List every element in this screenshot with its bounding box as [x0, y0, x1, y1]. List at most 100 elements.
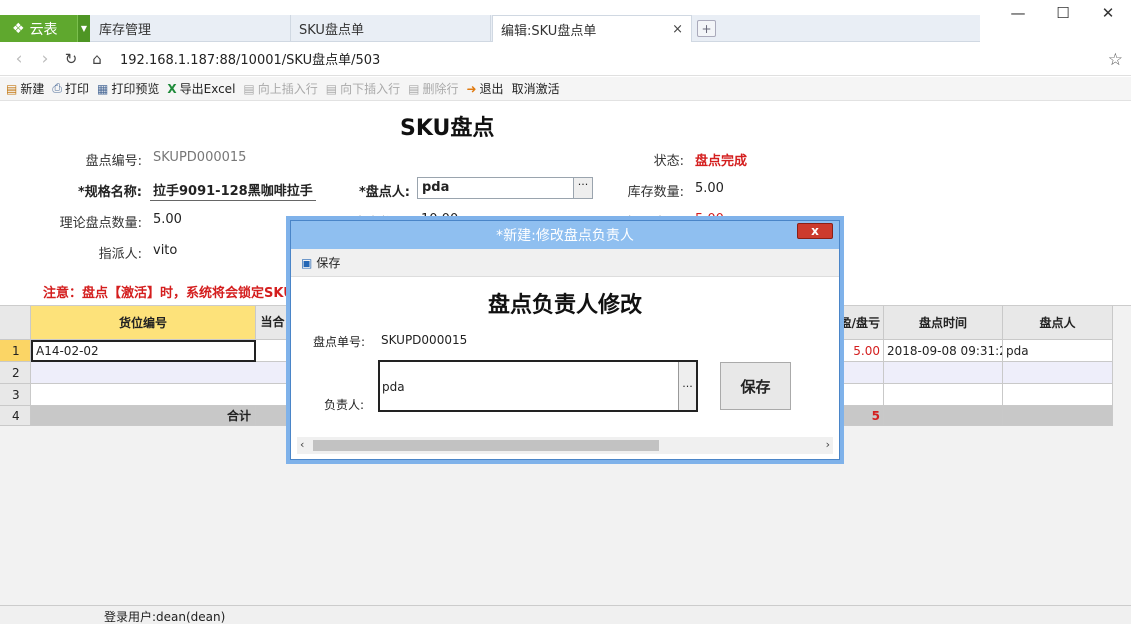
maximize-icon[interactable]: ☐: [1053, 4, 1073, 22]
total-person: [1003, 406, 1113, 426]
counter-field[interactable]: pda: [417, 177, 575, 199]
dialog-horizontal-scrollbar[interactable]: ‹ ›: [297, 437, 833, 454]
status-value: 盘点完成: [695, 154, 748, 169]
new-tab-button[interactable]: +: [697, 20, 716, 37]
bookmark-star-icon[interactable]: ☆: [1108, 50, 1123, 70]
cell-current[interactable]: [256, 340, 290, 362]
export-excel-button[interactable]: X 导出Excel: [167, 80, 235, 97]
owner-field[interactable]: pda: [378, 360, 698, 412]
export-excel-label: 导出Excel: [179, 82, 236, 96]
dialog-toolbar-save[interactable]: 保存: [316, 254, 340, 271]
tab-label: 编辑:SKU盘点单: [501, 24, 597, 39]
exit-label: 退出: [479, 82, 504, 96]
delete-row-label: 删除行: [422, 82, 459, 96]
lock-notice: 注意：盘点【激活】时，系统将会锁定SKU: [43, 286, 294, 301]
insert-below-icon: ▤: [325, 81, 338, 96]
code-label: 盘点编号:: [85, 154, 142, 169]
cell-location[interactable]: [31, 384, 290, 406]
tab-edit-sku[interactable]: 编辑:SKU盘点单 ×: [492, 15, 692, 43]
tab-sku-list[interactable]: SKU盘点单: [291, 15, 491, 42]
new-button[interactable]: ▤ 新建: [6, 80, 44, 97]
scroll-left-icon[interactable]: ‹: [300, 438, 304, 451]
url-field[interactable]: 192.168.1.187:88/10001/SKU盘点单/503: [120, 49, 380, 68]
minimize-icon[interactable]: —: [1008, 4, 1028, 22]
owner-pick-button[interactable]: ···: [678, 362, 696, 410]
new-label: 新建: [20, 82, 45, 96]
cell-time[interactable]: [884, 362, 1003, 384]
app-logo-button[interactable]: ❖ 云表 ▼: [0, 15, 90, 42]
cell-time[interactable]: [884, 384, 1003, 406]
total-current: [256, 406, 290, 426]
status-bar: 登录用户:dean(dean): [0, 605, 1131, 624]
forward-icon[interactable]: ›: [32, 49, 58, 69]
scroll-thumb[interactable]: [313, 440, 659, 451]
row-number[interactable]: 4: [0, 406, 31, 426]
tab-close-icon[interactable]: ×: [672, 22, 683, 37]
insert-below-label: 向下插入行: [340, 82, 401, 96]
cell-time[interactable]: 2018-09-08 09:31:23: [884, 340, 1003, 362]
insert-above-icon: ▤: [243, 81, 255, 96]
total-time: [884, 406, 1003, 426]
spec-field[interactable]: 拉手9091-128黑咖啡拉手: [150, 180, 316, 201]
cell-location[interactable]: A14-02-02: [31, 340, 256, 362]
row-number[interactable]: 3: [0, 384, 31, 406]
owner-label: 负责人:: [324, 398, 365, 412]
print-label: 打印: [64, 82, 89, 96]
exit-button[interactable]: ➜ 退出: [466, 80, 503, 97]
dialog-close-button[interactable]: x: [797, 223, 833, 239]
total-label: 合计: [31, 406, 256, 426]
save-disk-icon: ▣: [301, 255, 313, 270]
dialog-toolbar: ▣ 保存: [291, 249, 839, 277]
logo-dropdown-icon[interactable]: ▼: [77, 15, 90, 42]
page-title: SKU盘点: [400, 116, 495, 141]
app-window: ❖ 云表 ▼ 库存管理 SKU盘点单 编辑:SKU盘点单 × + — ☐ ✕ ‹…: [0, 0, 1131, 624]
print-preview-label: 打印预览: [111, 82, 160, 96]
col-current[interactable]: 当合: [256, 306, 290, 340]
cloud-logo-icon: ❖: [12, 20, 25, 37]
cell-person[interactable]: pda: [1003, 340, 1113, 362]
cell-location[interactable]: [31, 362, 290, 384]
col-location[interactable]: 货位编号: [31, 306, 256, 340]
grid-corner: [0, 306, 31, 340]
cell-person[interactable]: [1003, 384, 1113, 406]
new-doc-icon: ▤: [6, 81, 18, 96]
back-icon[interactable]: ‹: [6, 49, 32, 69]
dialog-heading: 盘点负责人修改: [487, 293, 642, 318]
insert-below-button[interactable]: ▤ 向下插入行: [326, 80, 400, 97]
logo-label: 云表: [29, 21, 58, 38]
row-number[interactable]: 1: [0, 340, 31, 362]
dialog-title-bar[interactable]: *新建:修改盘点负责人 x: [291, 221, 839, 249]
home-icon[interactable]: ⌂: [84, 50, 110, 68]
close-window-icon[interactable]: ✕: [1098, 4, 1118, 22]
tab-label: 库存管理: [99, 23, 152, 38]
deactivate-label: 取消激活: [511, 82, 560, 96]
stock-value: 5.00: [695, 181, 724, 196]
tab-label: SKU盘点单: [299, 23, 364, 38]
insert-above-button[interactable]: ▤ 向上插入行: [243, 80, 317, 97]
scroll-right-icon[interactable]: ›: [826, 438, 830, 451]
assignee-label: 指派人:: [98, 247, 142, 262]
save-button[interactable]: 保存: [720, 362, 791, 410]
reload-icon[interactable]: ↻: [58, 50, 84, 68]
counter-label: *盘点人:: [359, 185, 410, 200]
dialog-title: *新建:修改盘点负责人: [496, 228, 634, 244]
order-value: SKUPD000015: [381, 333, 468, 347]
order-label: 盘点单号:: [313, 335, 366, 349]
code-value: SKUPD000015: [153, 150, 247, 165]
col-person[interactable]: 盘点人: [1003, 306, 1113, 340]
logo-main[interactable]: ❖ 云表: [0, 15, 77, 42]
counter-pick-button[interactable]: ···: [573, 177, 593, 199]
print-preview-button[interactable]: ▦ 打印预览: [97, 80, 159, 97]
cell-person[interactable]: [1003, 362, 1113, 384]
address-bar: ‹ › ↻ ⌂ 192.168.1.187:88/10001/SKU盘点单/50…: [0, 42, 1131, 76]
col-time[interactable]: 盘点时间: [884, 306, 1003, 340]
row-number[interactable]: 2: [0, 362, 31, 384]
tab-inventory[interactable]: 库存管理: [91, 15, 291, 42]
delete-row-button[interactable]: ▤ 删除行: [408, 80, 458, 97]
print-button[interactable]: ⎙ 打印: [52, 80, 89, 97]
theory-label: 理论盘点数量:: [59, 216, 142, 231]
deactivate-button[interactable]: 取消激活: [512, 80, 560, 97]
main-toolbar: ▤ 新建 ⎙ 打印 ▦ 打印预览 X 导出Excel ▤ 向上插入行 ▤ 向下插入行 ▤ 删除…: [0, 77, 1131, 101]
browser-tab-bar: ❖ 云表 ▼ 库存管理 SKU盘点单 编辑:SKU盘点单 × + — ☐ ✕: [0, 0, 1131, 43]
delete-row-icon: ▤: [408, 81, 420, 96]
